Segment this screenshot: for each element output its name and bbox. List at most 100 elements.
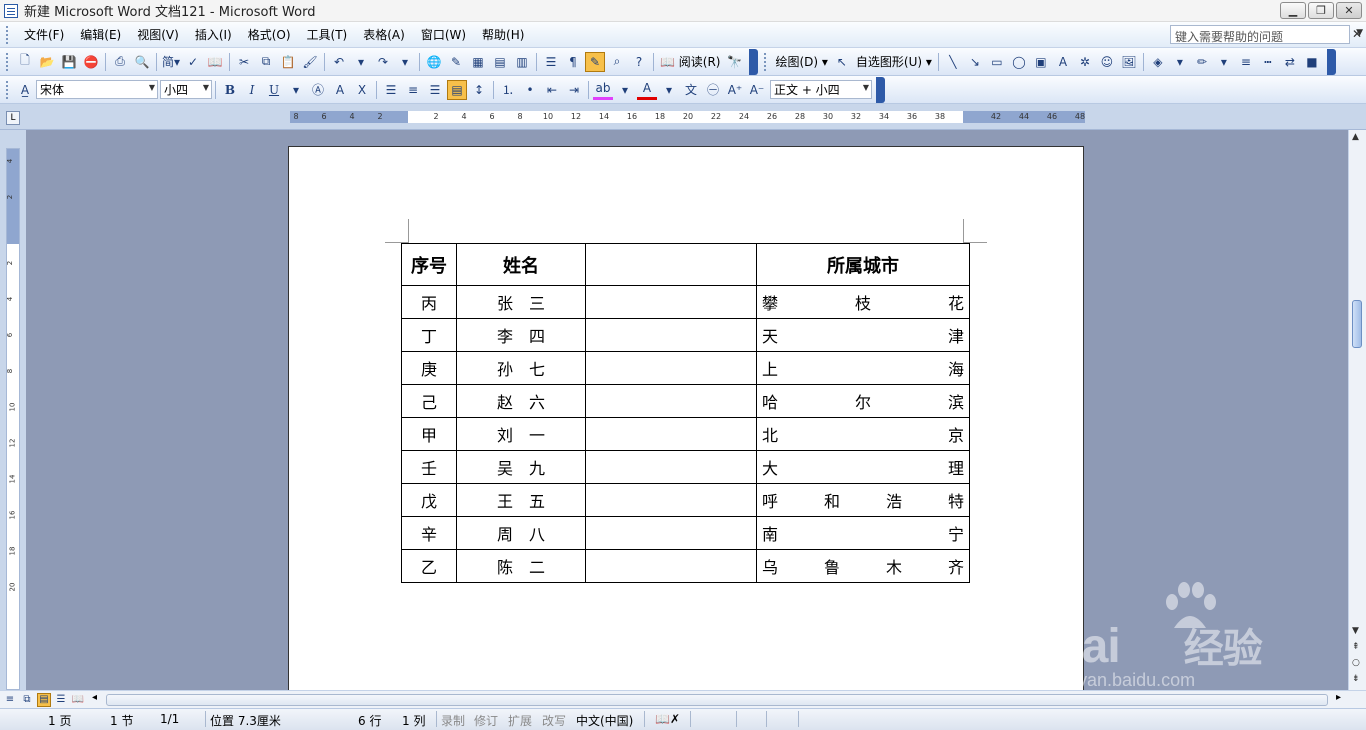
name-cell[interactable]: 张三 [456,285,586,319]
city-cell[interactable]: 攀枝花 [756,285,970,319]
permission-icon[interactable]: ⛔ [81,52,101,72]
empty-cell[interactable] [585,384,757,418]
decrease-indent-icon[interactable]: ⇤ [542,80,562,100]
name-cell[interactable]: 王五 [456,483,586,517]
seq-cell[interactable]: 辛 [401,516,457,550]
print-icon[interactable]: ⎙ [110,52,130,72]
character-border-icon[interactable]: Ⓐ [308,80,328,100]
scroll-down-icon[interactable]: ▼ [1352,626,1359,636]
open-folder-icon[interactable]: 📂 [37,52,57,72]
arrow-icon[interactable]: ↘ [965,52,985,72]
scroll-left-icon[interactable]: ◂ [92,692,97,703]
numbering-icon[interactable]: ⒈ [498,80,518,100]
header-empty[interactable] [585,243,757,286]
increase-indent-icon[interactable]: ⇥ [564,80,584,100]
undo-dropdown-icon[interactable]: ▾ [351,52,371,72]
line-spacing-icon[interactable]: ↕ [469,80,489,100]
cut-icon[interactable]: ✂ [234,52,254,72]
menu-tools[interactable]: 工具(T) [299,23,356,46]
print-layout-view-icon[interactable]: ▤ [37,692,51,707]
close-button[interactable]: ✕ [1336,2,1362,19]
empty-cell[interactable] [585,450,757,484]
line-color-dropdown-icon[interactable]: ▾ [1214,52,1234,72]
zoom-icon[interactable]: ⌕ [607,52,627,72]
status-language[interactable]: 中文(中国) [576,712,633,729]
arrow-style-icon[interactable]: ⇄ [1280,52,1300,72]
status-track-changes[interactable]: 修订 [474,712,498,729]
document-map-icon[interactable]: ☰ [541,52,561,72]
enclose-characters-icon[interactable]: ㊀ [703,80,723,100]
line-style-icon[interactable]: ≡ [1236,52,1256,72]
fill-color-icon[interactable]: ◈ [1148,52,1168,72]
menubar-grip[interactable] [6,25,10,44]
scroll-thumb[interactable] [1352,300,1362,348]
new-document-icon[interactable]: 🗋 [15,52,35,72]
help-search-input[interactable]: 键入需要帮助的问题 [1170,25,1363,44]
reading-mode-button[interactable]: 📖 阅读(R) [657,53,723,70]
seq-cell[interactable]: 丁 [401,318,457,352]
menu-table[interactable]: 表格(A) [355,23,413,46]
print-preview-icon[interactable]: 🔍 [132,52,152,72]
empty-cell[interactable] [585,516,757,550]
vertical-scrollbar[interactable]: ▲ ▼ ⇞ ○ ⇟ [1348,130,1366,690]
close-document-icon[interactable]: ✕ [1352,27,1362,41]
styles-formatting-icon[interactable]: A̲ [15,80,35,100]
toolbar-grip[interactable] [6,80,10,99]
align-left-icon[interactable]: ☰ [381,80,401,100]
tables-borders-icon[interactable]: ✎ [446,52,466,72]
italic-icon[interactable]: I [242,80,262,100]
spelling-icon[interactable]: ✓ [183,52,203,72]
toolbar-grip[interactable] [764,52,768,71]
menu-window[interactable]: 窗口(W) [413,23,474,46]
minimize-button[interactable]: ▁ [1280,2,1306,19]
scroll-right-icon[interactable]: ▸ [1336,692,1341,703]
font-color-dropdown-icon[interactable]: ▾ [659,80,679,100]
style-select[interactable]: 正文 + 小四 ▼ [770,80,872,99]
seq-cell[interactable]: 乙 [401,549,457,583]
character-shading-icon[interactable]: A [330,80,350,100]
font-color-icon[interactable]: A [637,80,657,100]
copy-icon[interactable]: ⧉ [256,52,276,72]
name-cell[interactable]: 赵六 [456,384,586,418]
status-extend[interactable]: 扩展 [508,712,532,729]
empty-cell[interactable] [585,318,757,352]
draw-menu-button[interactable]: 绘图(D) ▾ [772,53,830,70]
menu-help[interactable]: 帮助(H) [474,23,532,46]
name-cell[interactable]: 吴九 [456,450,586,484]
horizontal-ruler[interactable]: 8 6 4 2 2 4 6 8 10 12 14 16 18 20 22 24 26 28 30 32 34 36 38 42… [290,111,1085,123]
name-cell[interactable]: 陈二 [456,549,586,583]
seq-cell[interactable]: 甲 [401,417,457,451]
align-right-icon[interactable]: ☰ [425,80,445,100]
next-page-icon[interactable]: ⇟ [1352,674,1360,684]
seq-cell[interactable]: 己 [401,384,457,418]
simplified-chinese-button[interactable]: 简 ▾ [161,52,181,72]
word-document-icon[interactable] [4,3,18,18]
columns-icon[interactable]: ▥ [512,52,532,72]
spelling-status-icon[interactable]: 📖✗ [655,712,680,726]
format-painter-icon[interactable]: 🖌 [300,52,320,72]
undo-icon[interactable]: ↶ [329,52,349,72]
document-page[interactable]: 序号 姓名 所属城市 丙张三攀枝花丁李四天津庚孙七上海己赵六哈尔滨甲刘一北京壬吴… [288,146,1084,690]
insert-excel-icon[interactable]: ▤ [490,52,510,72]
wordart-icon[interactable]: A [1053,52,1073,72]
empty-cell[interactable] [585,417,757,451]
city-cell[interactable]: 天津 [756,318,970,352]
clip-art-icon[interactable]: ☺ [1097,52,1117,72]
fill-color-dropdown-icon[interactable]: ▾ [1170,52,1190,72]
line-color-icon[interactable]: ✏ [1192,52,1212,72]
justify-icon[interactable]: ▤ [447,79,467,100]
rectangle-icon[interactable]: ▭ [987,52,1007,72]
vertical-ruler[interactable]: 4 2 2 4 6 8 10 12 14 16 18 20 [6,148,20,690]
redo-dropdown-icon[interactable]: ▾ [395,52,415,72]
toolbar-options-icon[interactable] [749,48,759,75]
bullets-icon[interactable]: • [520,80,540,100]
city-cell[interactable]: 北京 [756,417,970,451]
underline-icon[interactable]: U [264,80,284,100]
bold-icon[interactable]: B [220,80,240,100]
city-cell[interactable]: 南宁 [756,516,970,550]
select-objects-icon[interactable]: ↖ [832,52,852,72]
underline-dropdown-icon[interactable]: ▾ [286,80,306,100]
header-name[interactable]: 姓名 [456,243,586,286]
empty-cell[interactable] [585,351,757,385]
autoshapes-button[interactable]: 自选图形(U) ▾ [853,53,935,70]
